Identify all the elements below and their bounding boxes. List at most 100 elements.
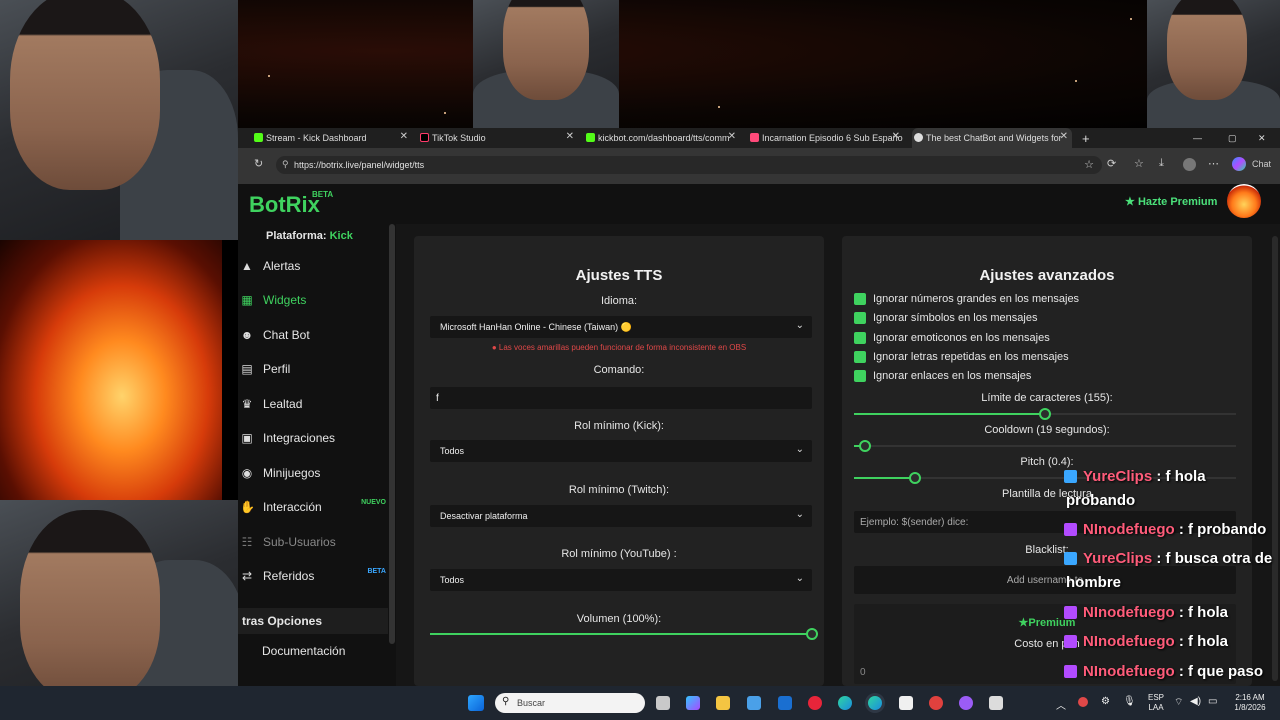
grid-icon: ▦ [241, 293, 253, 307]
chat-separator: : [1174, 604, 1188, 621]
store-icon[interactable] [747, 696, 761, 710]
sidebar-item-interaccion[interactable]: ✋ Interacción NUEVO [238, 492, 388, 522]
edge-icon[interactable] [838, 696, 852, 710]
obs-icon[interactable] [959, 696, 973, 710]
kick-role-select[interactable]: Todos ⌄ [430, 440, 812, 462]
youtube-role-select[interactable]: Todos ⌄ [430, 569, 812, 591]
cooldown-label: Cooldown (19 segundos): [984, 424, 1110, 436]
site-info-icon[interactable]: ⚲ [282, 159, 289, 170]
sidebar-item-lealtad[interactable]: ♛ Lealtad [238, 389, 388, 419]
sidebar-scrollbar[interactable] [389, 224, 395, 644]
microphone-badge-icon [1064, 635, 1077, 648]
browser-tab[interactable]: TikTok Studio ✕ [418, 128, 578, 148]
platform-indicator[interactable]: Plataforma: Kick [266, 230, 353, 242]
sidebar-item-referidos[interactable]: ⇄ Referidos BETA [238, 561, 388, 591]
botrix-logo[interactable]: BotRix BETA [249, 190, 333, 218]
close-tab-icon[interactable]: ✕ [566, 131, 574, 142]
new-tab-button[interactable]: + [1080, 128, 1100, 148]
battery-icon[interactable]: ▭ [1208, 696, 1217, 707]
tray-settings-icon[interactable]: ⚙ [1101, 696, 1110, 707]
address-bar[interactable]: ⚲ https://botrix.live/panel/widget/tts ☆ [276, 156, 1102, 174]
sidebar-item-minijuegos[interactable]: ◉ Minijuegos [238, 458, 388, 488]
extensions-icon[interactable]: ⟳ [1107, 157, 1116, 170]
taskbar-search[interactable]: ⚲ Buscar [495, 693, 645, 713]
wifi-icon[interactable]: ⌔ [1174, 696, 1183, 709]
star-icon: ★ [1018, 617, 1029, 629]
checkbox-ignore-emotes[interactable]: Ignorar emoticonos en los mensajes [854, 332, 1050, 344]
close-window-icon[interactable]: ✕ [1258, 128, 1272, 148]
checkbox-checked[interactable] [854, 332, 866, 344]
chat-message: probando [1066, 492, 1135, 509]
checkbox-checked[interactable] [854, 312, 866, 324]
hand-icon: ✋ [240, 500, 255, 514]
close-tab-icon[interactable]: ✕ [1060, 131, 1068, 142]
clock[interactable]: 2:16 AM 1/8/2026 [1228, 693, 1272, 713]
app-icon[interactable] [929, 696, 943, 710]
task-view-icon[interactable] [656, 696, 670, 710]
browser-tab[interactable]: kickbot.com/dashboard/tts/comm ✕ [584, 128, 740, 148]
browser-tab[interactable]: Incarnation Episodio 6 Sub Españo ✕ [748, 128, 904, 148]
chat-separator: : [1174, 633, 1188, 650]
window-app-icon[interactable] [989, 696, 1003, 710]
char-limit-slider-thumb[interactable] [1039, 408, 1051, 420]
copilot-icon[interactable] [1232, 157, 1246, 171]
file-explorer-icon[interactable] [716, 696, 730, 710]
language-indicator[interactable]: ESP LAA [1144, 693, 1168, 713]
volume-slider[interactable] [430, 628, 818, 640]
tray-app-icon[interactable] [1078, 697, 1088, 707]
close-tab-icon[interactable]: ✕ [400, 131, 408, 142]
cooldown-slider-thumb[interactable] [859, 440, 872, 452]
bookmark-star-icon[interactable]: ☆ [1084, 158, 1094, 171]
language-select[interactable]: Microsoft HanHan Online - Chinese (Taiwa… [430, 316, 812, 338]
favorites-icon[interactable]: ☆ [1134, 157, 1144, 170]
copilot-taskbar-icon[interactable] [686, 696, 700, 710]
volume-slider-thumb[interactable] [806, 628, 818, 640]
profile-avatar-icon[interactable] [1183, 158, 1196, 171]
premium-button[interactable]: ★ Hazte Premium [1125, 195, 1217, 208]
sidebar-item-sub-usuarios[interactable]: ☷ Sub-Usuarios [238, 527, 388, 557]
blacklist-input[interactable]: Add username to [854, 566, 1236, 594]
checkbox-ignore-numbers[interactable]: Ignorar números grandes en los mensajes [854, 293, 1079, 305]
sidebar-item-chat-bot[interactable]: ☻ Chat Bot [238, 320, 388, 350]
char-limit-slider[interactable] [854, 408, 1236, 420]
command-input[interactable]: f [430, 387, 812, 409]
sidebar-item-integraciones[interactable]: ▣ Integraciones [238, 423, 388, 453]
checkbox-checked[interactable] [854, 293, 866, 305]
user-avatar[interactable] [1227, 184, 1261, 218]
checkbox-ignore-repeated[interactable]: Ignorar letras repetidas en los mensajes [854, 351, 1069, 363]
volume-label: Volumen (100%): [576, 613, 662, 625]
close-tab-icon[interactable]: ✕ [892, 131, 900, 142]
volume-icon[interactable]: ◀) [1190, 696, 1201, 707]
outlook-icon[interactable] [778, 696, 792, 710]
chat-username: NInodefuego [1083, 604, 1175, 621]
edge-active-icon[interactable] [868, 696, 882, 710]
checkbox-ignore-links[interactable]: Ignorar enlaces en los mensajes [854, 370, 1031, 382]
browser-tab-active[interactable]: The best ChatBot and Widgets for ✕ [912, 128, 1072, 148]
checkbox-checked[interactable] [854, 351, 866, 363]
close-tab-icon[interactable]: ✕ [728, 131, 736, 142]
reload-icon[interactable]: ↻ [254, 157, 263, 170]
microphone-badge-icon [1064, 523, 1077, 536]
minimize-icon[interactable]: — [1193, 128, 1207, 148]
start-button-icon[interactable] [468, 695, 484, 711]
capcut-icon[interactable] [899, 696, 913, 710]
microphone-icon[interactable]: 🎙 [1123, 696, 1136, 707]
sidebar-item-documentacion[interactable]: Documentación [238, 636, 388, 666]
sidebar-item-alertas[interactable]: ▲ Alertas [238, 251, 388, 281]
sidebar-item-perfil[interactable]: ▤ Perfil [238, 354, 388, 384]
kick-role-label: Rol mínimo (Kick): [574, 420, 664, 432]
checkbox-checked[interactable] [854, 370, 866, 382]
pitch-slider-thumb[interactable] [909, 472, 922, 484]
checkbox-ignore-symbols[interactable]: Ignorar símbolos en los mensajes [854, 312, 1037, 324]
downloads-icon[interactable]: ⤓ [1159, 157, 1164, 170]
twitch-role-select[interactable]: Desactivar plataforma ⌄ [430, 505, 812, 527]
more-menu-icon[interactable]: ⋯ [1208, 157, 1219, 170]
opera-icon[interactable] [808, 696, 822, 710]
page-scrollbar[interactable] [1272, 236, 1278, 681]
maximize-icon[interactable]: ▢ [1228, 128, 1242, 148]
sidebar-item-widgets[interactable]: ▦ Widgets [238, 285, 388, 315]
cooldown-slider[interactable] [854, 440, 1236, 452]
tray-chevron-icon[interactable]: ︿ [1056, 697, 1066, 712]
chat-button[interactable]: Chat [1252, 159, 1271, 169]
browser-tab[interactable]: Stream - Kick Dashboard ✕ [252, 128, 412, 148]
